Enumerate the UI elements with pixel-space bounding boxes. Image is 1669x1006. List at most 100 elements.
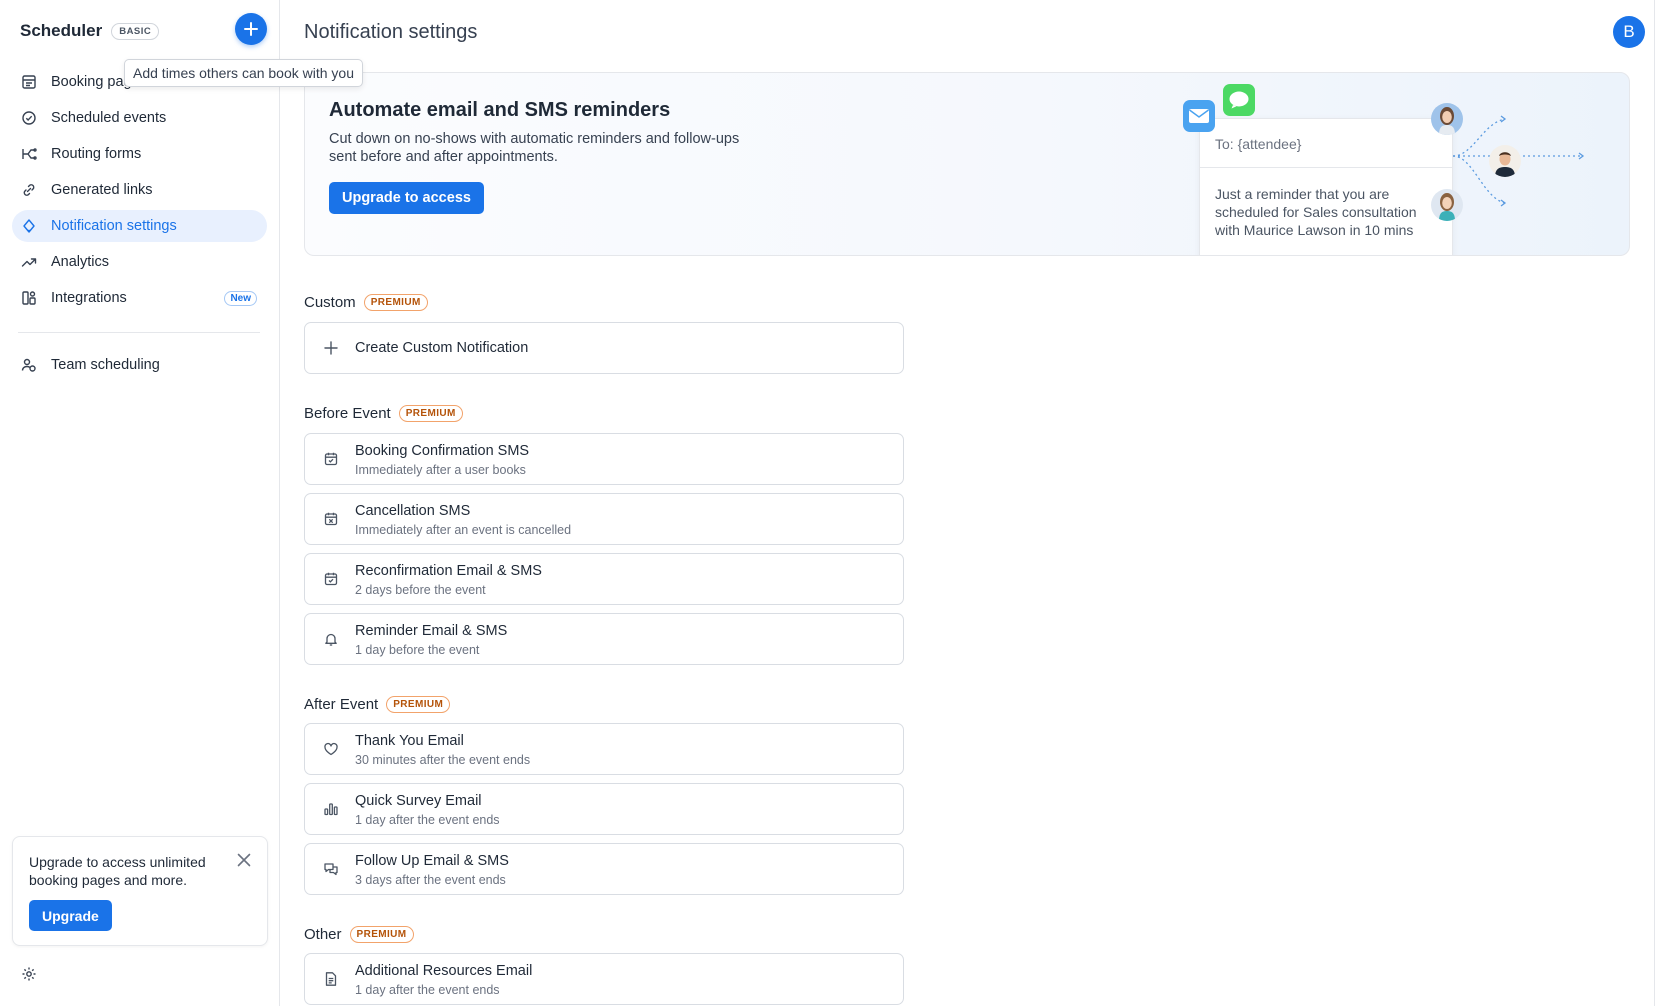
link-icon [21, 182, 37, 198]
gear-icon[interactable] [21, 966, 37, 982]
upgrade-card: Upgrade to access unlimited booking page… [12, 836, 268, 946]
row-title: Reconfirmation Email & SMS [355, 563, 542, 579]
team-icon [21, 357, 37, 373]
row-subtitle: 3 days after the event ends [355, 873, 506, 887]
flow-arrows [1453, 115, 1585, 207]
close-icon[interactable] [235, 851, 253, 869]
row-subtitle: 1 day after the event ends [355, 983, 500, 997]
row-title: Additional Resources Email [355, 963, 533, 979]
attendee-avatar-1 [1431, 103, 1463, 135]
sidebar-item-label: Routing forms [51, 146, 142, 162]
check-circle-icon [21, 110, 37, 126]
preview-recipient: To: {attendee} [1215, 136, 1302, 152]
attendee-avatar-2 [1489, 145, 1521, 177]
brand: Scheduler BASIC [20, 21, 160, 41]
sidebar: Scheduler BASIC Booking pages Scheduled … [0, 0, 280, 1006]
sidebar-nav: Booking pages Scheduled events Routing f… [12, 66, 267, 318]
row-subtitle: 2 days before the event [355, 583, 486, 597]
upgrade-banner: Automate email and SMS reminders Cut dow… [304, 72, 1630, 256]
add-button[interactable] [235, 13, 267, 45]
app-name: Scheduler [20, 21, 103, 40]
sidebar-item-label: Generated links [51, 182, 153, 198]
calendar-check-icon [323, 571, 339, 587]
banner-description: Cut down on no-shows with automatic remi… [329, 131, 740, 165]
row-subtitle: Immediately after an event is cancelled [355, 523, 572, 537]
premium-badge: PREMIUM [386, 696, 451, 713]
sidebar-item-label: Team scheduling [51, 357, 160, 373]
premium-badge: PREMIUM [363, 294, 428, 311]
calendar-check-icon [323, 451, 339, 467]
preview-divider [1200, 167, 1452, 168]
row-subtitle: 1 day before the event [355, 643, 480, 657]
trend-icon [21, 254, 37, 270]
notification-row-reminder[interactable]: Reminder Email & SMS 1 day before the ev… [304, 613, 904, 665]
message-preview-card: To: {attendee} Just a reminder that you … [1199, 118, 1453, 255]
notification-row-reconfirmation[interactable]: Reconfirmation Email & SMS 2 days before… [304, 553, 904, 605]
row-subtitle: Immediately after a user books [355, 463, 526, 477]
row-subtitle: 1 day after the event ends [355, 813, 500, 827]
row-title: Thank You Email [355, 733, 464, 749]
message-icon [1223, 84, 1255, 116]
notification-row-booking-confirmation[interactable]: Booking Confirmation SMS Immediately aft… [304, 433, 904, 485]
preview-body: Just a reminder that you are scheduled f… [1215, 186, 1417, 238]
row-subtitle: 30 minutes after the event ends [355, 753, 531, 767]
row-title: Create Custom Notification [355, 340, 529, 356]
section-after-event: After Event PREMIUM [304, 696, 451, 713]
document-icon [323, 971, 339, 987]
upgrade-to-access-button[interactable]: Upgrade to access [329, 182, 484, 214]
notification-row-cancellation[interactable]: Cancellation SMS Immediately after an ev… [304, 493, 904, 545]
row-title: Quick Survey Email [355, 793, 482, 809]
sidebar-item-label: Scheduled events [51, 110, 167, 126]
booking-icon [21, 74, 37, 90]
section-custom: Custom PREMIUM [304, 294, 428, 311]
sidebar-item-label: Notification settings [51, 218, 177, 234]
new-badge: New [224, 290, 257, 306]
section-label: Before Event [304, 405, 391, 422]
sidebar-item-label: Integrations [51, 290, 127, 306]
create-custom-notification-button[interactable]: Create Custom Notification [304, 322, 904, 374]
nav-divider [18, 332, 260, 333]
sidebar-item-integrations[interactable]: Integrations New [12, 282, 267, 314]
upgrade-message: Upgrade to access unlimited booking page… [29, 854, 206, 888]
notification-row-quick-survey[interactable]: Quick Survey Email 1 day after the event… [304, 783, 904, 835]
notification-row-follow-up[interactable]: Follow Up Email & SMS 3 days after the e… [304, 843, 904, 895]
section-label: Custom [304, 294, 356, 311]
sidebar-item-generated-links[interactable]: Generated links [12, 174, 267, 206]
integrations-icon [21, 290, 37, 306]
team-nav: Team scheduling [12, 349, 267, 385]
heart-icon [323, 741, 339, 757]
section-other: Other PREMIUM [304, 926, 414, 943]
bell-icon [21, 218, 37, 234]
upgrade-button[interactable]: Upgrade [29, 900, 112, 931]
mail-icon [1183, 100, 1215, 132]
notification-row-thank-you[interactable]: Thank You Email 30 minutes after the eve… [304, 723, 904, 775]
bar-chart-icon [323, 801, 339, 817]
page-title: Notification settings [304, 21, 478, 43]
sidebar-item-label: Analytics [51, 254, 110, 270]
sidebar-item-scheduled-events[interactable]: Scheduled events [12, 102, 267, 134]
plus-icon [244, 22, 258, 36]
row-title: Booking Confirmation SMS [355, 443, 530, 459]
section-before-event: Before Event PREMIUM [304, 405, 463, 422]
calendar-x-icon [323, 511, 339, 527]
avatar[interactable]: B [1613, 16, 1645, 48]
row-title: Follow Up Email & SMS [355, 853, 509, 869]
row-title: Reminder Email & SMS [355, 623, 508, 639]
sidebar-item-analytics[interactable]: Analytics [12, 246, 267, 278]
section-label: After Event [304, 696, 379, 713]
chat-icon [323, 861, 339, 877]
scrollbar[interactable] [1654, 0, 1669, 1006]
row-title: Cancellation SMS [355, 503, 471, 519]
banner-title: Automate email and SMS reminders [329, 99, 671, 121]
plus-icon [323, 340, 339, 356]
plan-badge: BASIC [111, 22, 160, 40]
premium-badge: PREMIUM [349, 926, 414, 943]
sidebar-item-notification-settings[interactable]: Notification settings [12, 210, 267, 242]
add-tooltip: Add times others can book with you [124, 59, 364, 87]
notification-row-additional-resources[interactable]: Additional Resources Email 1 day after t… [304, 953, 904, 1005]
sidebar-item-routing-forms[interactable]: Routing forms [12, 138, 267, 170]
attendee-avatar-3 [1431, 189, 1463, 221]
premium-badge: PREMIUM [398, 405, 463, 422]
sidebar-item-team-scheduling[interactable]: Team scheduling [12, 349, 267, 381]
bell-icon [323, 631, 339, 647]
